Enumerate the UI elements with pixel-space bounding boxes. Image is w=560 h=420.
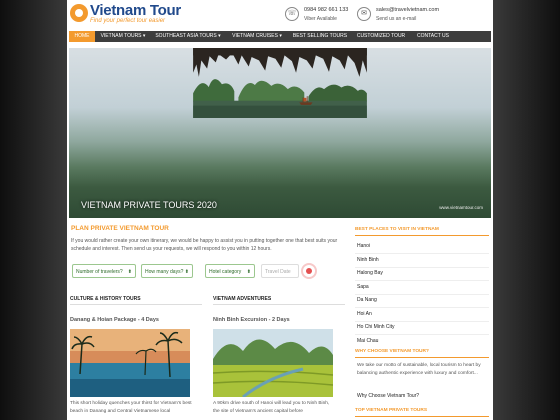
divider bbox=[355, 235, 489, 236]
why-heading: WHY CHOOSE VIETNAM TOUR? bbox=[355, 349, 429, 354]
logo-icon[interactable] bbox=[70, 4, 88, 22]
chevron-down-icon: ⬍ bbox=[246, 269, 251, 275]
place-da-nang[interactable]: Da Nang bbox=[357, 297, 377, 303]
sidebar: BEST PLACES TO VISIT IN VIETNAM Hanoi Ni… bbox=[353, 222, 491, 420]
tour-desc-ninh-binh: A 90km drive south of Hanoi will lead yo… bbox=[213, 401, 330, 414]
hero-banner[interactable]: VIETNAM PRIVATE TOURS 2020 www.vietnamto… bbox=[69, 48, 491, 218]
divider bbox=[355, 280, 489, 281]
nav-southeast-asia-tours[interactable]: SOUTHEAST ASIA TOURS ▾ bbox=[151, 31, 225, 42]
top-tours-heading: TOP VIETNAM PRIVATE TOURS bbox=[355, 408, 428, 413]
nav-contact-us[interactable]: CONTACT US bbox=[411, 31, 455, 42]
travel-date-input[interactable]: Travel Date bbox=[261, 264, 299, 278]
nav-home[interactable]: HOME bbox=[69, 31, 95, 42]
site-header: Vietnam Tour Find your perfect tour easi… bbox=[67, 0, 493, 30]
logo-title[interactable]: Vietnam Tour bbox=[90, 2, 181, 19]
divider bbox=[355, 416, 489, 417]
divider bbox=[355, 307, 489, 308]
main-nav: HOME VIETNAM TOURS ▾ SOUTHEAST ASIA TOUR… bbox=[69, 31, 491, 42]
nav-vietnam-tours[interactable]: VIETNAM TOURS ▾ bbox=[97, 31, 149, 42]
place-halong-bay[interactable]: Halong Bay bbox=[357, 270, 383, 276]
tour-desc-danang: This short holiday quenches your thirst … bbox=[70, 401, 192, 414]
beach-pool-image bbox=[70, 329, 190, 397]
rice-field-image bbox=[213, 329, 333, 397]
tour-image-danang[interactable] bbox=[70, 329, 190, 397]
tour-title-ninh-binh[interactable]: Ninh Binh Excursion - 2 Days bbox=[213, 317, 290, 323]
email-subtext: Send us an e-mail bbox=[376, 16, 417, 22]
phone-subtext: Viber Available bbox=[304, 16, 337, 22]
days-select-label: How many days? bbox=[145, 269, 184, 275]
why-text: We take our motto of sustainable, local … bbox=[357, 363, 481, 376]
divider bbox=[355, 357, 489, 358]
divider bbox=[213, 304, 345, 305]
place-ninh-binh[interactable]: Ninh Binh bbox=[357, 257, 379, 263]
culture-history-heading[interactable]: CULTURE & HISTORY TOURS bbox=[70, 296, 141, 302]
divider bbox=[70, 304, 202, 305]
phone-number: 0984 982 661 133 bbox=[304, 7, 349, 13]
submit-plan-button[interactable] bbox=[301, 263, 317, 279]
plan-title: PLAN PRIVATE VIETNAM TOUR bbox=[71, 225, 169, 232]
hero-caption: VIETNAM PRIVATE TOURS 2020 bbox=[81, 200, 217, 210]
right-background bbox=[493, 0, 560, 420]
email-icon: ✉ bbox=[357, 7, 371, 21]
hero-watermark: www.vietnamtour.com bbox=[439, 205, 483, 210]
place-mai-chau[interactable]: Mai Chau bbox=[357, 338, 378, 344]
plan-tour-section: PLAN PRIVATE VIETNAM TOUR If you would r… bbox=[69, 222, 345, 284]
chevron-down-icon: ⬍ bbox=[127, 269, 132, 275]
divider bbox=[355, 294, 489, 295]
left-background bbox=[0, 0, 67, 420]
phone-contact[interactable]: ☏ 0984 982 661 133 Viber Available bbox=[285, 6, 353, 24]
divider bbox=[355, 267, 489, 268]
place-ho-chi-minh-city[interactable]: Ho Chi Minh City bbox=[357, 324, 395, 330]
place-hoi-an[interactable]: Hoi An bbox=[357, 311, 372, 317]
travelers-select-label: Number of travelers? bbox=[76, 269, 123, 275]
place-hanoi[interactable]: Hanoi bbox=[357, 243, 370, 249]
tour-image-ninh-binh[interactable] bbox=[213, 329, 333, 397]
tour-title-danang[interactable]: Danang & Hoian Package - 4 Days bbox=[70, 317, 159, 323]
record-icon bbox=[306, 268, 312, 274]
email-address: sales@travelvietnam.com bbox=[376, 7, 440, 13]
page: Vietnam Tour Find your perfect tour easi… bbox=[67, 0, 493, 420]
hotel-select-label: Hotel category bbox=[209, 269, 242, 275]
divider bbox=[355, 334, 489, 335]
nav-customized-tour[interactable]: CUSTOMIZED TOUR bbox=[353, 31, 409, 42]
days-select[interactable]: How many days? ⬍ bbox=[141, 264, 193, 278]
travelers-select[interactable]: Number of travelers? ⬍ bbox=[72, 264, 136, 278]
vietnam-adventures-heading[interactable]: VIETNAM ADVENTURES bbox=[213, 296, 271, 302]
place-sapa[interactable]: Sapa bbox=[357, 284, 369, 290]
logo-tagline: Find your perfect tour easier bbox=[90, 18, 166, 24]
cave-silhouette bbox=[193, 48, 367, 118]
nav-best-selling-tours[interactable]: BEST SELLING TOURS bbox=[289, 31, 351, 42]
divider bbox=[355, 321, 489, 322]
phone-icon: ☏ bbox=[285, 7, 299, 21]
hotel-select[interactable]: Hotel category ⬍ bbox=[205, 264, 255, 278]
why-link[interactable]: Why Choose Vietnam Tour? bbox=[357, 393, 419, 399]
nav-vietnam-cruises[interactable]: VIETNAM CRUISES ▾ bbox=[227, 31, 287, 42]
divider bbox=[355, 253, 489, 254]
places-heading: BEST PLACES TO VISIT IN VIETNAM bbox=[355, 227, 439, 232]
chevron-down-icon: ⬍ bbox=[184, 269, 189, 275]
email-contact[interactable]: ✉ sales@travelvietnam.com Send us an e-m… bbox=[357, 6, 457, 24]
plan-description: If you would rather create your own itin… bbox=[71, 238, 338, 252]
